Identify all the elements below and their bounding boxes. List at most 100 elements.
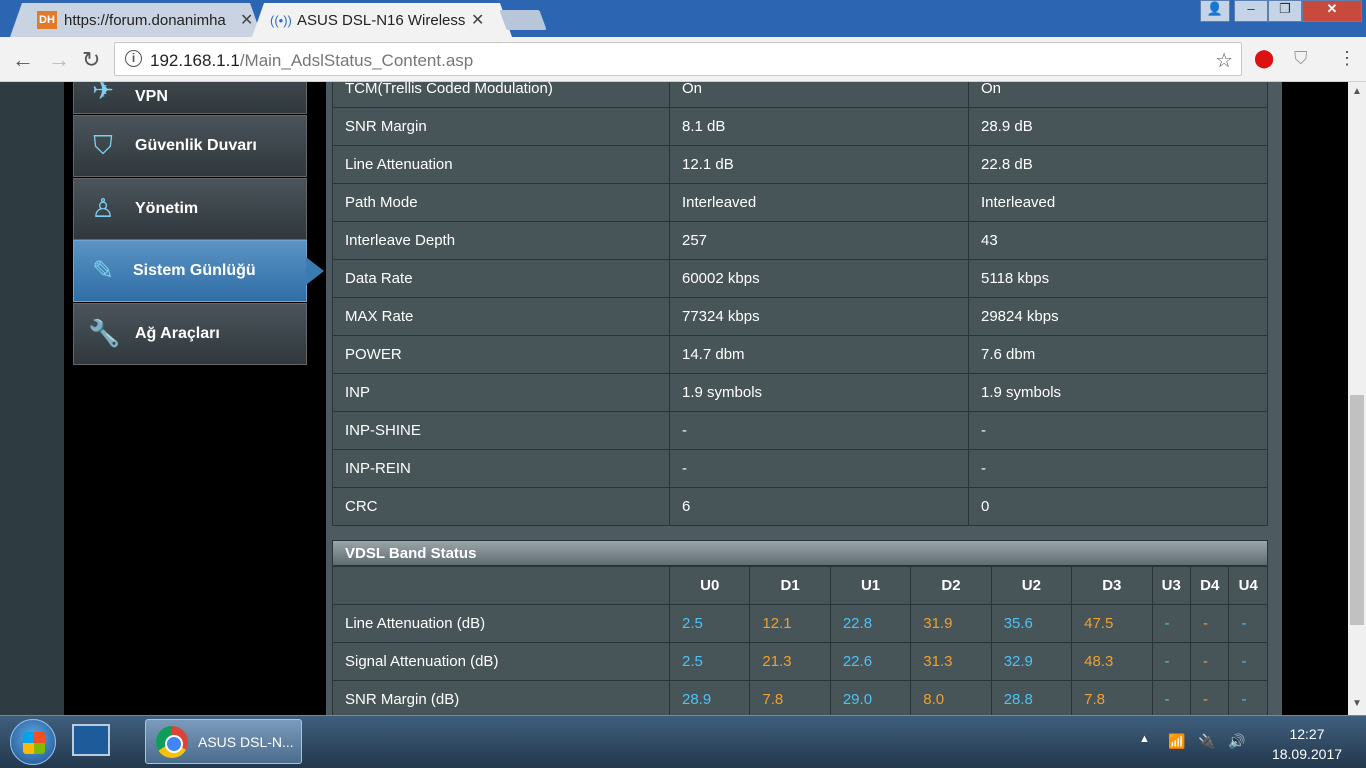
band-header-empty xyxy=(332,566,670,605)
url-text: 192.168.1.1/Main_AdslStatus_Content.asp xyxy=(150,51,473,71)
wrench-icon: 🔧 xyxy=(88,318,121,348)
upstream-value: 43 xyxy=(968,221,1268,260)
table-row: Line Attenuation 12.1 dB 22.8 dB xyxy=(332,145,1268,184)
downstream-value: Interleaved xyxy=(669,183,969,222)
sidebar-item-administration[interactable]: ♙ Yönetim xyxy=(73,178,307,240)
status-name: INP-SHINE xyxy=(332,411,670,450)
bookmark-star-icon[interactable]: ☆ xyxy=(1215,48,1233,73)
tab-forum[interactable]: DH https://forum.donanimha ✕ xyxy=(10,3,262,37)
upstream-value: 5118 kbps xyxy=(968,259,1268,298)
shield-icon: ⛉ xyxy=(93,130,113,160)
start-button[interactable] xyxy=(10,719,56,765)
windows-logo-icon xyxy=(23,732,45,754)
table-row: POWER 14.7 dbm 7.6 dbm xyxy=(332,335,1268,374)
table-row: Path Mode Interleaved Interleaved xyxy=(332,183,1268,222)
adsl-status-table: TCM(Trellis Coded Modulation) On On SNR Mar… xyxy=(332,82,1268,526)
close-window-button[interactable]: ✕ xyxy=(1302,0,1362,22)
upstream-value: 22.8 dB xyxy=(968,145,1268,184)
downstream-value: 6 xyxy=(669,487,969,526)
sidebar-item-system-log[interactable]: ✎ Sistem Günlüğü xyxy=(73,240,324,302)
downstream-value: 14.7 dbm xyxy=(669,335,969,374)
vdsl-band-table: U0 D1 U1 D2 U2 D3 U3 D4 U4 Line Attenuation (dB)… xyxy=(332,566,1268,715)
downstream-value: 12.1 dB xyxy=(669,145,969,184)
band-value: 29.0 xyxy=(829,680,912,715)
reload-icon[interactable]: ↻ xyxy=(82,47,100,73)
tab-strip: DH https://forum.donanimha ✕ ((•)) ASUS … xyxy=(0,0,1366,37)
shield-icon[interactable]: ⛉ xyxy=(1294,48,1308,69)
restore-button[interactable]: ❐ xyxy=(1268,0,1302,22)
downstream-value: 1.9 symbols xyxy=(669,373,969,412)
upstream-value: 7.6 dbm xyxy=(968,335,1268,374)
network-icon[interactable]: 📶 xyxy=(1168,733,1185,750)
table-row: Line Attenuation (dB) 2.5 12.1 22.8 31.9 35.6… xyxy=(332,604,1268,643)
close-tab-icon[interactable]: ✕ xyxy=(240,10,253,30)
band-value: 21.3 xyxy=(749,642,831,681)
downstream-value: - xyxy=(669,449,969,488)
vpn-icon: ✈ xyxy=(92,82,114,105)
close-tab-icon[interactable]: ✕ xyxy=(471,10,484,30)
band-value: 2.5 xyxy=(668,642,751,681)
tab-title: ASUS DSL-N16 Wireless- xyxy=(297,12,465,29)
donanimhaber-favicon: DH xyxy=(37,11,57,29)
band-value: 7.8 xyxy=(1071,680,1153,715)
band-value: 28.9 xyxy=(668,680,751,715)
menu-icon[interactable]: ⋮ xyxy=(1338,48,1356,69)
band-header: U0 xyxy=(668,566,751,605)
band-header: D4 xyxy=(1189,566,1230,605)
volume-icon[interactable]: 🔊 xyxy=(1228,733,1245,750)
band-value: - xyxy=(1151,642,1192,681)
sidebar-item-network-tools[interactable]: 🔧 Ağ Araçları xyxy=(73,303,307,365)
band-value: - xyxy=(1151,680,1192,715)
upstream-value: On xyxy=(968,82,1268,108)
band-value: - xyxy=(1228,604,1268,643)
scroll-thumb[interactable] xyxy=(1350,395,1364,625)
band-header: D2 xyxy=(910,566,992,605)
status-name: INP xyxy=(332,373,670,412)
band-value: - xyxy=(1189,680,1230,715)
vertical-scrollbar[interactable]: ▲ ▼ xyxy=(1348,82,1366,715)
power-icon[interactable]: 🔌 xyxy=(1198,733,1215,750)
back-arrow-icon[interactable]: ← xyxy=(12,47,34,73)
clock[interactable]: 12:27 18.09.2017 xyxy=(1262,724,1352,764)
forward-arrow-icon[interactable]: → xyxy=(48,47,70,73)
info-icon[interactable]: i xyxy=(125,50,142,67)
taskbar-chrome-button[interactable]: ASUS DSL-N... xyxy=(145,719,302,764)
scroll-down-icon[interactable]: ▼ xyxy=(1352,698,1362,709)
scroll-up-icon[interactable]: ▲ xyxy=(1352,86,1362,97)
user-icon[interactable]: 👤 xyxy=(1200,0,1230,22)
band-value: 12.1 xyxy=(749,604,831,643)
band-row-label: Line Attenuation (dB) xyxy=(332,604,670,643)
band-header: D3 xyxy=(1071,566,1153,605)
url-host: 192.168.1.1 xyxy=(150,51,240,70)
status-name: MAX Rate xyxy=(332,297,670,336)
table-row: TCM(Trellis Coded Modulation) On On xyxy=(332,82,1268,108)
band-header: U2 xyxy=(990,566,1073,605)
status-name: Interleave Depth xyxy=(332,221,670,260)
band-value: 2.5 xyxy=(668,604,751,643)
band-row-label: Signal Attenuation (dB) xyxy=(332,642,670,681)
band-value: 22.6 xyxy=(829,642,912,681)
band-header: U1 xyxy=(829,566,912,605)
table-row: INP 1.9 symbols 1.9 symbols xyxy=(332,373,1268,412)
status-name: TCM(Trellis Coded Modulation) xyxy=(332,82,670,108)
opera-icon[interactable]: ⬤ xyxy=(1254,48,1274,69)
minimize-button[interactable]: – xyxy=(1234,0,1268,22)
sidebar: ✈ VPN ⛉ Güvenlik Duvarı ♙ Yönetim ✎ Sist… xyxy=(64,82,326,715)
taskbar: ASUS DSL-N... ▲ 📶 🔌 🔊 12:27 18.09.2017 xyxy=(0,715,1366,768)
clock-time: 12:27 xyxy=(1289,726,1325,742)
upstream-value: Interleaved xyxy=(968,183,1268,222)
tab-asus[interactable]: ((•)) ASUS DSL-N16 Wireless- ✕ xyxy=(252,3,512,37)
upstream-value: 29824 kbps xyxy=(968,297,1268,336)
sidebar-item-firewall[interactable]: ⛉ Güvenlik Duvarı xyxy=(73,115,307,177)
status-name: INP-REIN xyxy=(332,449,670,488)
show-hidden-icons[interactable]: ▲ xyxy=(1139,733,1150,745)
sidebar-item-vpn[interactable]: ✈ VPN xyxy=(73,82,307,114)
address-bar[interactable]: i 192.168.1.1/Main_AdslStatus_Content.as… xyxy=(114,42,1242,76)
browser-toolbar: ← → ↻ i 192.168.1.1/Main_AdslStatus_Cont… xyxy=(0,37,1366,82)
page-viewport: ✈ VPN ⛉ Güvenlik Duvarı ♙ Yönetim ✎ Sist… xyxy=(0,82,1348,715)
desktop-icon[interactable] xyxy=(72,724,110,756)
band-value: - xyxy=(1151,604,1192,643)
new-tab-button[interactable] xyxy=(499,10,547,30)
right-margin xyxy=(1282,82,1348,715)
band-value: 7.8 xyxy=(749,680,831,715)
